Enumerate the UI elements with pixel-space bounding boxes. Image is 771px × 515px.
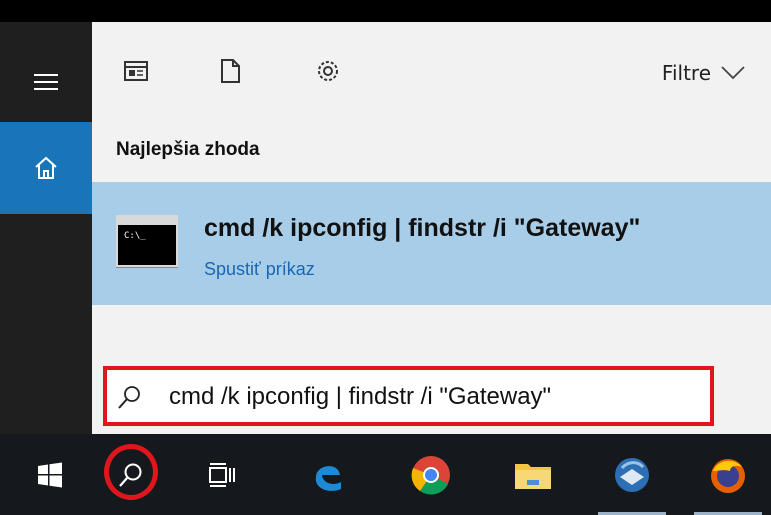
- filter-dropdown[interactable]: Filtre: [662, 61, 745, 85]
- taskbar-firefox[interactable]: [688, 434, 768, 515]
- search-box[interactable]: [103, 366, 714, 426]
- start-left-rail: [0, 22, 92, 434]
- folder-icon: [515, 463, 551, 489]
- best-match-result[interactable]: C:\_ cmd /k ipconfig | findstr /i "Gatew…: [92, 182, 771, 305]
- chevron-down-icon: [721, 66, 745, 80]
- task-view-icon: [209, 462, 235, 487]
- hamburger-menu-icon[interactable]: [34, 74, 58, 92]
- window-top-strip: [0, 0, 771, 22]
- taskbar-chrome[interactable]: [391, 434, 471, 515]
- settings-filter-icon[interactable]: [314, 57, 342, 85]
- result-title: cmd /k ipconfig | findstr /i "Gateway": [204, 214, 641, 242]
- edge-icon: [315, 465, 341, 491]
- taskbar-file-explorer[interactable]: [493, 434, 573, 515]
- command-prompt-icon-text: C:\_: [124, 231, 146, 241]
- home-button[interactable]: [0, 122, 92, 214]
- thunderbird-icon: [615, 457, 649, 492]
- task-view-button[interactable]: [183, 434, 263, 515]
- search-button-highlight-circle: [104, 444, 158, 500]
- start-button[interactable]: [10, 434, 90, 515]
- best-match-heading: Najlepšia zhoda: [116, 139, 260, 160]
- windows-logo-icon: [38, 462, 62, 487]
- home-icon: [35, 156, 57, 179]
- apps-filter-icon[interactable]: [122, 57, 150, 85]
- search-icon: [118, 386, 140, 409]
- command-prompt-icon: C:\_: [116, 215, 178, 267]
- run-command-link[interactable]: Spustiť príkaz: [204, 259, 315, 280]
- taskbar-thunderbird[interactable]: [592, 434, 672, 515]
- documents-filter-icon[interactable]: [216, 57, 244, 85]
- filter-label: Filtre: [661, 61, 711, 85]
- search-input[interactable]: [169, 380, 699, 414]
- chrome-icon: [411, 455, 450, 495]
- taskbar-edge[interactable]: [288, 434, 368, 515]
- firefox-icon: [711, 458, 745, 493]
